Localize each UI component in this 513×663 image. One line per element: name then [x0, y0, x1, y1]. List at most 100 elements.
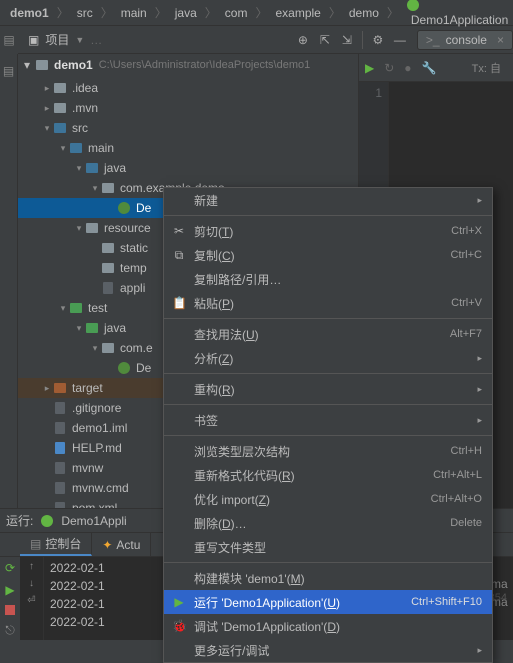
tree-item-label: De — [136, 201, 151, 215]
shortcut: Ctrl+Alt+O — [431, 493, 482, 505]
tree-item[interactable]: ▾main — [18, 138, 358, 158]
tree-item-label: com.e — [120, 341, 153, 355]
locate-icon[interactable]: ⊕ — [292, 29, 314, 51]
tree-item-label: test — [88, 301, 107, 315]
crumb[interactable]: src — [73, 6, 97, 20]
menu-item[interactable]: ⧉复制(C)Ctrl+C — [164, 243, 492, 267]
folder-test-icon — [84, 323, 100, 333]
menu-item[interactable]: 查找用法(U)Alt+F7 — [164, 322, 492, 346]
chevron-down-icon: ▾ — [24, 58, 30, 72]
menu-item[interactable]: 更多运行/调试▸ — [164, 638, 492, 662]
tree-item[interactable]: ▾ src — [18, 118, 358, 138]
stop-icon[interactable] — [5, 605, 15, 615]
collapse-icon[interactable]: ⇲ — [336, 29, 358, 51]
crumb[interactable]: java — [171, 6, 201, 20]
folder-src-icon — [84, 163, 100, 173]
tree-arrow-icon[interactable]: ▾ — [74, 323, 84, 334]
console-tab[interactable]: ▤ 控制台 — [20, 533, 92, 556]
project-dropdown[interactable]: ▣ 项目 ▼ … — [18, 31, 112, 48]
folder-icon — [52, 103, 68, 113]
tree-item-label: .mvn — [72, 101, 98, 115]
shortcut: Ctrl+C — [451, 249, 482, 261]
menu-item[interactable]: 🐞调试 'Demo1Application'(D) — [164, 614, 492, 638]
menu-item[interactable]: 复制路径/引用… — [164, 267, 492, 291]
menu-item[interactable]: 重写文件类型 — [164, 535, 492, 559]
console-tab[interactable]: >_ console × — [417, 30, 513, 50]
copy-icon: ⧉ — [172, 248, 186, 263]
structure-icon[interactable]: ▤ — [3, 33, 14, 47]
menu-item[interactable]: ▶运行 'Demo1Application'(U)Ctrl+Shift+F10 — [164, 590, 492, 614]
menu-item[interactable]: 构建模块 'demo1'(M) — [164, 566, 492, 590]
tree-arrow-icon[interactable]: ▸ — [42, 83, 52, 94]
run-config-name[interactable]: Demo1Appli — [61, 514, 126, 528]
chevron-right-icon: ▸ — [477, 353, 482, 364]
class-icon — [116, 202, 132, 214]
tree-arrow-icon[interactable]: ▾ — [58, 143, 68, 154]
stop-icon[interactable]: ● — [404, 61, 411, 75]
file-icon — [52, 422, 68, 434]
tree-root[interactable]: ▾ demo1 C:\Users\Administrator\IdeaProje… — [18, 54, 358, 76]
menu-label: 新建 — [194, 192, 218, 209]
crumb[interactable]: Demo1Application — [403, 0, 513, 27]
menu-item[interactable]: 优化 import(Z) Ctrl+Alt+O — [164, 487, 492, 511]
tree-arrow-icon[interactable]: ▾ — [58, 303, 68, 314]
structure-tool-icon[interactable]: ▤ — [0, 64, 17, 78]
tree-arrow-icon[interactable]: ▾ — [90, 343, 100, 354]
exit-icon[interactable]: ⎋ — [5, 623, 15, 638]
left-gutter: ▤ — [0, 54, 18, 516]
run-label: 运行: — [6, 512, 33, 529]
menu-label: 书签 — [194, 412, 218, 429]
menu-item[interactable]: ✂剪切(T)Ctrl+X — [164, 219, 492, 243]
wrench-icon[interactable]: 🔧 — [422, 61, 437, 75]
settings-icon[interactable]: ⚙ — [367, 29, 389, 51]
close-icon[interactable]: × — [497, 33, 504, 47]
menu-label: 运行 'Demo1Application'(U) — [194, 594, 340, 611]
rerun-icon[interactable]: ↻ — [384, 61, 394, 75]
down-icon[interactable]: ↓ — [29, 578, 34, 589]
wrap-icon[interactable]: ⏎ — [27, 595, 35, 606]
tree-arrow-icon[interactable]: ▾ — [74, 223, 84, 234]
menu-item[interactable]: 浏览类型层次结构Ctrl+H — [164, 439, 492, 463]
folder-icon — [84, 223, 100, 233]
crumb[interactable]: demo — [345, 6, 383, 20]
tree-item-label: java — [104, 321, 126, 335]
menu-item[interactable]: 重构(R)▸ — [164, 377, 492, 401]
menu-label: 优化 import(Z) — [194, 491, 270, 508]
tree-item[interactable]: ▸.idea — [18, 78, 358, 98]
menu-label: 剪切(T) — [194, 223, 233, 240]
menu-item[interactable]: 书签▸ — [164, 408, 492, 432]
crumb[interactable]: example — [271, 6, 324, 20]
tree-item[interactable]: ▸ .mvn — [18, 98, 358, 118]
tree-arrow-icon[interactable]: ▸ — [42, 103, 52, 114]
tree-item-label: src — [72, 121, 88, 135]
menu-item[interactable]: 重新格式化代码(R)Ctrl+Alt+L — [164, 463, 492, 487]
actuator-tab[interactable]: ✦ Actu — [92, 533, 151, 556]
crumb[interactable]: com — [221, 6, 252, 20]
menu-item[interactable]: 分析(Z)▸ — [164, 346, 492, 370]
folder-icon — [100, 183, 116, 193]
tree-item-label: target — [72, 381, 103, 395]
console-actions: ↑ ↓ ⏎ — [20, 557, 44, 640]
tree-item[interactable]: ▾java — [18, 158, 358, 178]
menu-item[interactable]: 新建▸ — [164, 188, 492, 212]
file-icon — [100, 282, 116, 294]
run-icon[interactable]: ▶ — [5, 583, 14, 597]
terminal-icon: >_ — [426, 33, 440, 47]
menu-item[interactable]: 删除(D)…Delete — [164, 511, 492, 535]
tree-arrow-icon[interactable]: ▾ — [42, 123, 52, 134]
tree-arrow-icon[interactable]: ▸ — [42, 383, 52, 394]
rerun-icon[interactable]: ⟳ — [5, 561, 15, 575]
up-icon[interactable]: ↑ — [29, 561, 34, 572]
run-icon[interactable]: ▶ — [365, 61, 374, 75]
tree-arrow-icon[interactable]: ▾ — [90, 183, 100, 194]
folder-icon — [52, 83, 68, 93]
menu-label: 浏览类型层次结构 — [194, 443, 290, 460]
tree-arrow-icon[interactable]: ▾ — [74, 163, 84, 174]
menu-label: 更多运行/调试 — [194, 642, 269, 659]
hide-icon[interactable]: — — [389, 29, 411, 51]
menu-item[interactable]: 📋粘贴(P)Ctrl+V — [164, 291, 492, 315]
crumb[interactable]: demo1 — [6, 6, 53, 20]
expand-icon[interactable]: ⇱ — [314, 29, 336, 51]
paste-icon: 📋 — [172, 296, 186, 310]
crumb[interactable]: main — [117, 6, 151, 20]
